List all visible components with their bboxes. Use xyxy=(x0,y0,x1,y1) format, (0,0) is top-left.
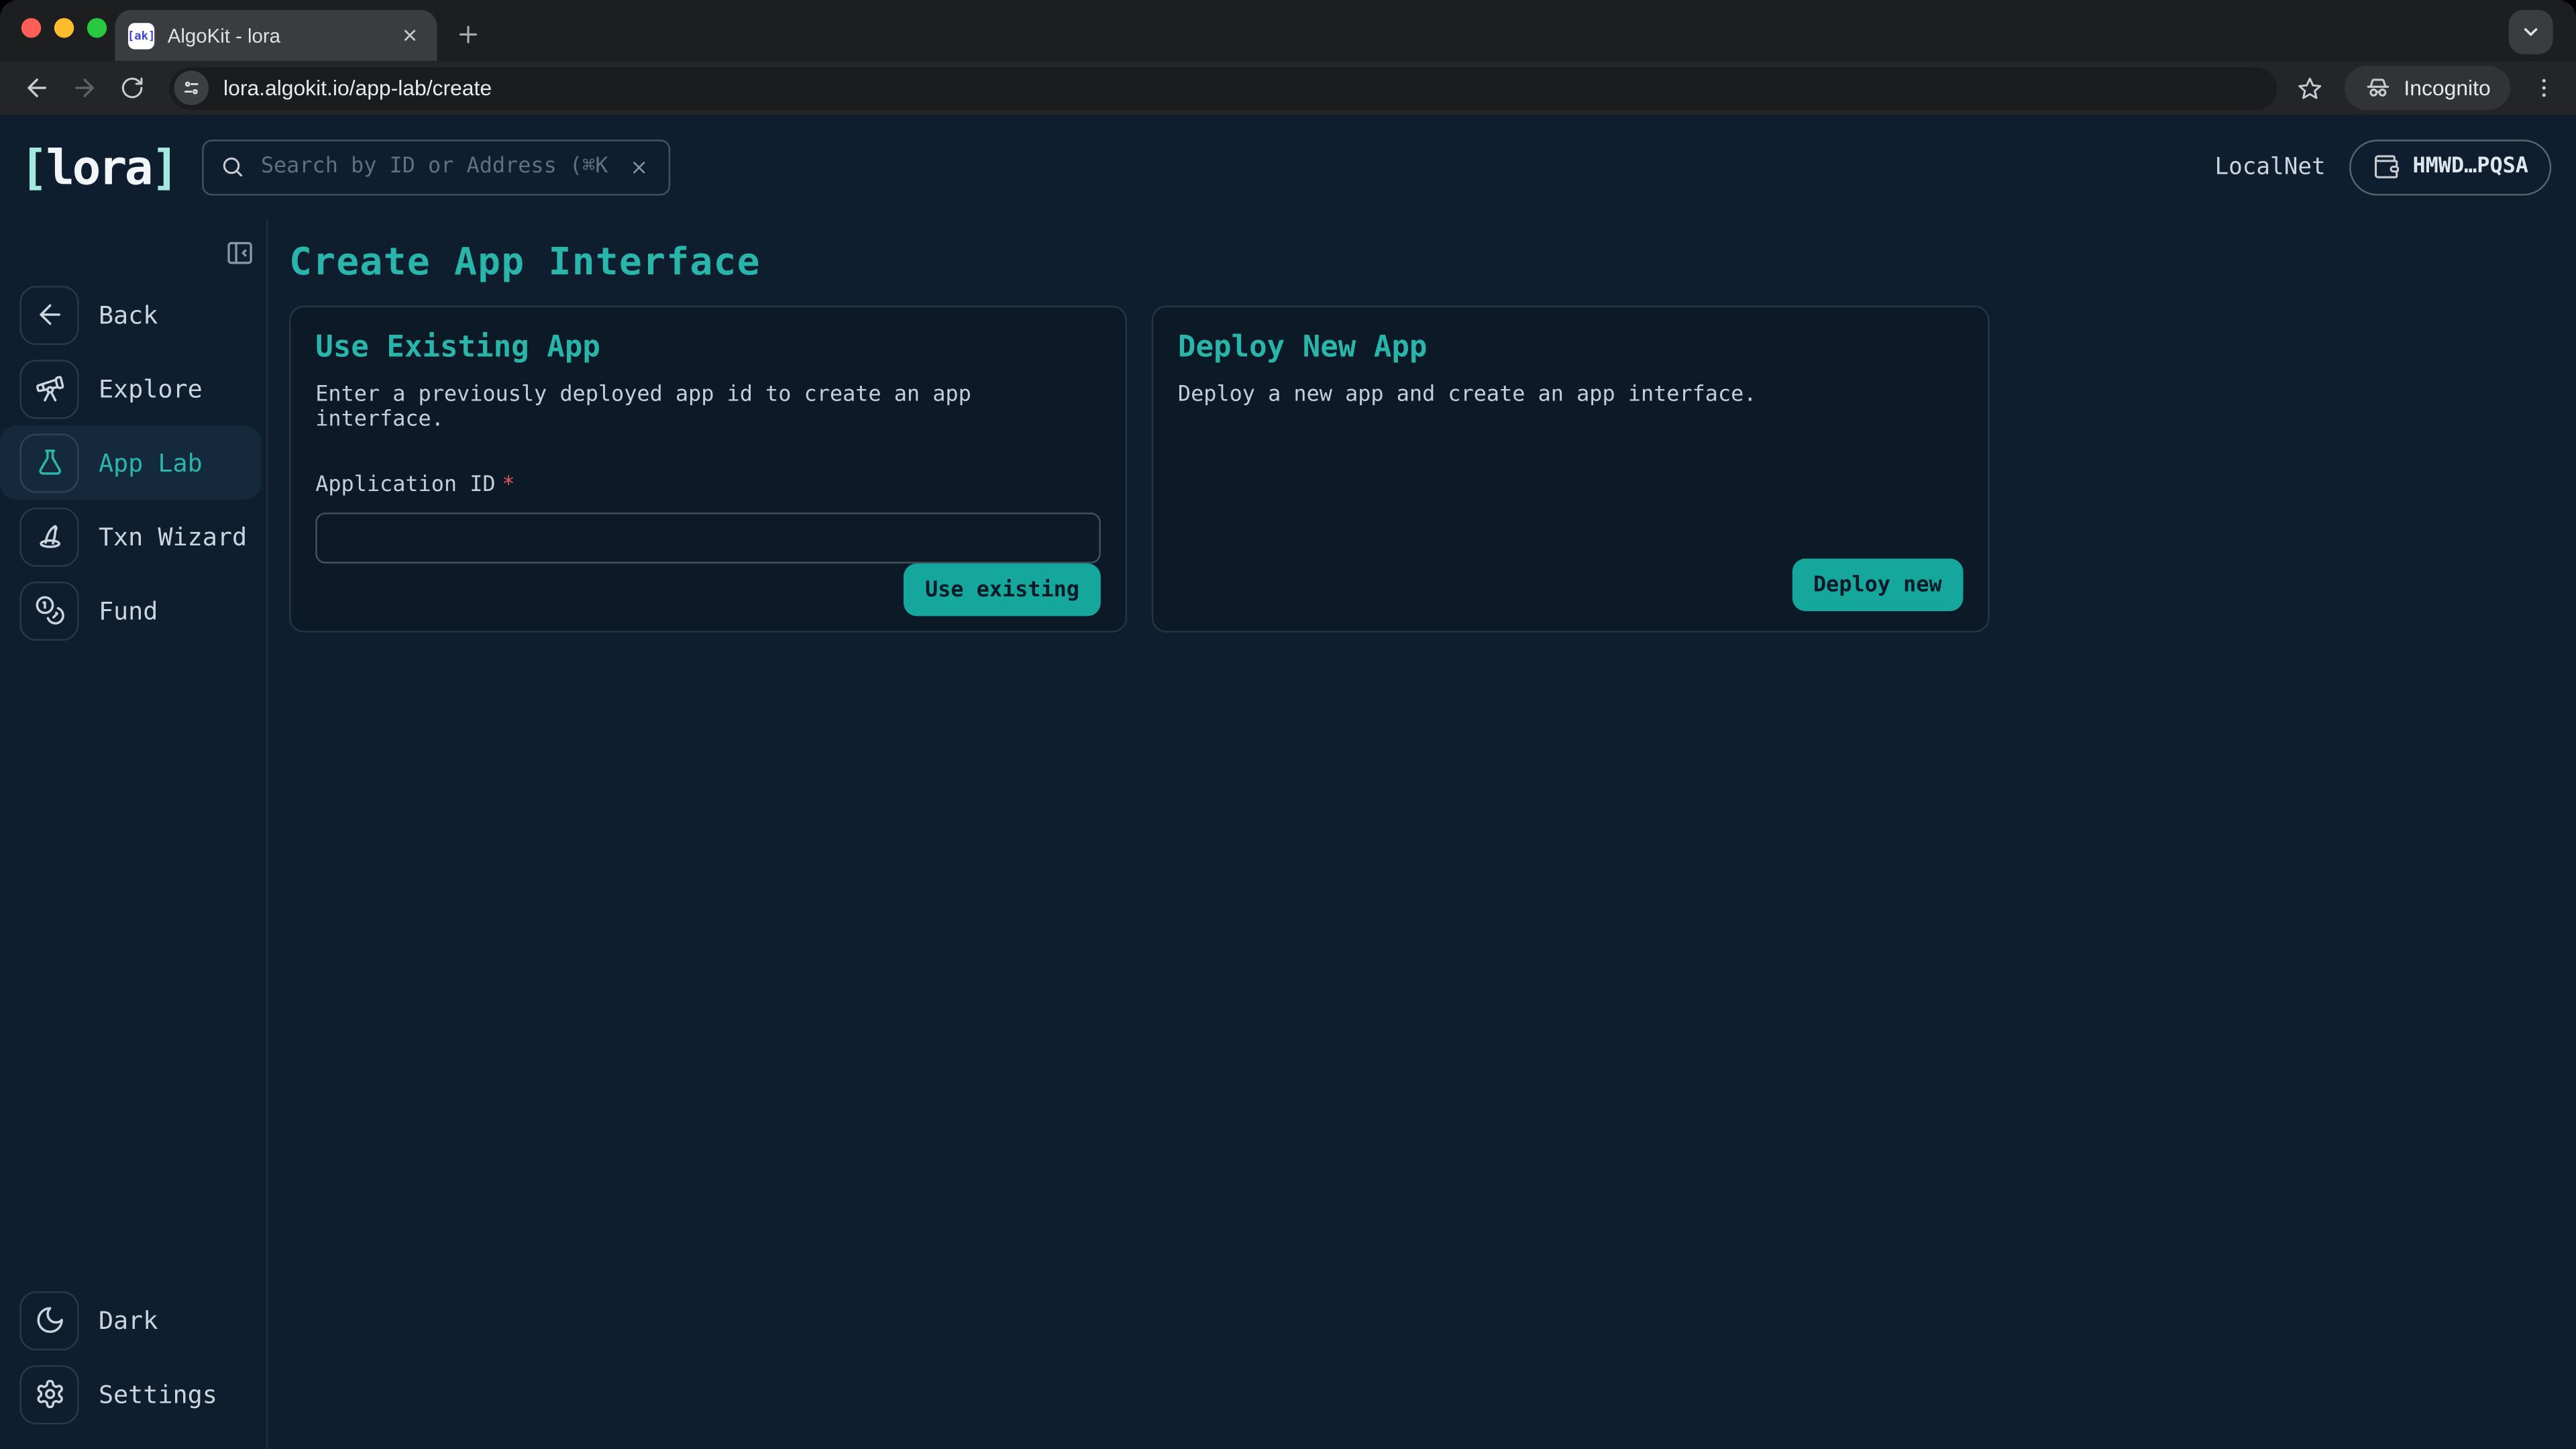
sidebar-item-label: Settings xyxy=(99,1379,217,1409)
lora-logo[interactable]: [lora] xyxy=(19,139,177,195)
sidebar-item-label: Dark xyxy=(99,1305,158,1335)
moon-icon xyxy=(19,1291,78,1350)
tab-close-icon[interactable] xyxy=(396,21,424,50)
lora-app: [lora] LocalNet HMWD…PQSA xyxy=(0,115,2576,1449)
page-title: Create App Interface xyxy=(289,241,2576,284)
macos-traffic-lights xyxy=(21,18,107,38)
card-title: Deploy New App xyxy=(1178,330,1964,364)
arrow-left-icon xyxy=(19,285,78,344)
coins-icon xyxy=(19,581,78,640)
deploy-new-app-card: Deploy New App Deploy a new app and crea… xyxy=(1152,306,1990,633)
wallet-icon xyxy=(2371,153,2400,181)
tab-search-icon[interactable] xyxy=(2509,10,2553,54)
window-close-button[interactable] xyxy=(21,18,41,38)
sidebar-item-txn-wizard[interactable]: Txn Wizard xyxy=(0,499,261,573)
sidebar-footer: Dark Settings xyxy=(0,1283,266,1449)
sidebar-item-label: Fund xyxy=(99,596,158,625)
application-id-input[interactable] xyxy=(315,513,1101,564)
use-existing-button[interactable]: Use existing xyxy=(904,564,1101,616)
screen: [ak] AlgoKit - lora lora.algokit.io/a xyxy=(0,0,2576,1449)
card-description: Deploy a new app and create an app inter… xyxy=(1178,383,1964,408)
browser-menu-icon[interactable] xyxy=(2527,68,2560,108)
sidebar-item-fund[interactable]: Fund xyxy=(0,574,261,647)
sidebar-collapse-icon[interactable] xyxy=(225,238,255,268)
cards-row: Use Existing App Enter a previously depl… xyxy=(289,306,2576,633)
flask-icon xyxy=(19,433,78,492)
browser-toolbar: lora.algokit.io/app-lab/create Incognito xyxy=(0,61,2576,115)
search-box[interactable] xyxy=(202,139,670,195)
sidebar-item-explore[interactable]: Explore xyxy=(0,352,261,425)
url-text: lora.algokit.io/app-lab/create xyxy=(223,76,492,101)
forward-icon xyxy=(64,68,104,108)
search-input[interactable] xyxy=(258,153,612,181)
site-settings-icon[interactable] xyxy=(174,70,209,105)
deploy-new-button[interactable]: Deploy new xyxy=(1792,559,1963,611)
gear-icon xyxy=(19,1364,78,1424)
app-header: [lora] LocalNet HMWD…PQSA xyxy=(0,115,2576,218)
logo-bracket-right: ] xyxy=(151,139,177,195)
sidebar-item-settings[interactable]: Settings xyxy=(0,1357,261,1431)
sidebar-item-label: Explore xyxy=(99,374,203,403)
required-marker: * xyxy=(502,473,515,498)
sidebar-item-app-lab[interactable]: App Lab xyxy=(0,425,261,499)
main-content: Create App Interface Use Existing App En… xyxy=(268,219,2576,1449)
window-minimize-button[interactable] xyxy=(54,18,74,38)
wizard-hat-icon xyxy=(19,507,78,566)
browser-window: [ak] AlgoKit - lora lora.algokit.io/a xyxy=(0,0,2576,1449)
sidebar-nav: Back Explore App Lab xyxy=(0,278,266,647)
back-icon[interactable] xyxy=(16,68,56,108)
url-bar[interactable]: lora.algokit.io/app-lab/create xyxy=(169,66,2277,109)
card-title: Use Existing App xyxy=(315,330,1101,364)
sidebar-item-theme-toggle[interactable]: Dark xyxy=(0,1283,261,1357)
card-description: Enter a previously deployed app id to cr… xyxy=(315,383,1101,432)
application-id-field: Application ID* xyxy=(315,467,1101,564)
tab-title: AlgoKit - lora xyxy=(168,24,383,47)
sidebar: Back Explore App Lab xyxy=(0,219,268,1449)
new-tab-icon[interactable] xyxy=(443,10,491,58)
wallet-address: HMWD…PQSA xyxy=(2412,154,2528,179)
application-id-label: Application ID* xyxy=(315,473,515,498)
wallet-button[interactable]: HMWD…PQSA xyxy=(2349,139,2551,195)
window-zoom-button[interactable] xyxy=(87,18,107,38)
logo-text: lora xyxy=(46,139,150,195)
incognito-icon xyxy=(2365,74,2393,102)
app-body: Back Explore App Lab xyxy=(0,219,2576,1449)
search-icon xyxy=(220,154,245,179)
tab-favicon: [ak] xyxy=(128,22,154,48)
sidebar-item-back[interactable]: Back xyxy=(0,278,261,352)
logo-bracket-left: [ xyxy=(19,139,46,195)
telescope-icon xyxy=(19,359,78,418)
incognito-badge: Incognito xyxy=(2345,66,2510,110)
tab-strip: [ak] AlgoKit - lora xyxy=(0,0,2576,61)
bookmark-star-icon[interactable] xyxy=(2290,68,2330,108)
network-label: LocalNet xyxy=(2214,154,2325,180)
sidebar-item-label: App Lab xyxy=(99,447,203,477)
sidebar-item-label: Back xyxy=(99,300,158,329)
incognito-label: Incognito xyxy=(2404,76,2490,101)
search-clear-icon[interactable] xyxy=(626,154,652,180)
sidebar-item-label: Txn Wizard xyxy=(99,522,247,551)
reload-icon[interactable] xyxy=(112,68,152,108)
use-existing-app-card: Use Existing App Enter a previously depl… xyxy=(289,306,1127,633)
browser-tab[interactable]: [ak] AlgoKit - lora xyxy=(115,10,437,61)
